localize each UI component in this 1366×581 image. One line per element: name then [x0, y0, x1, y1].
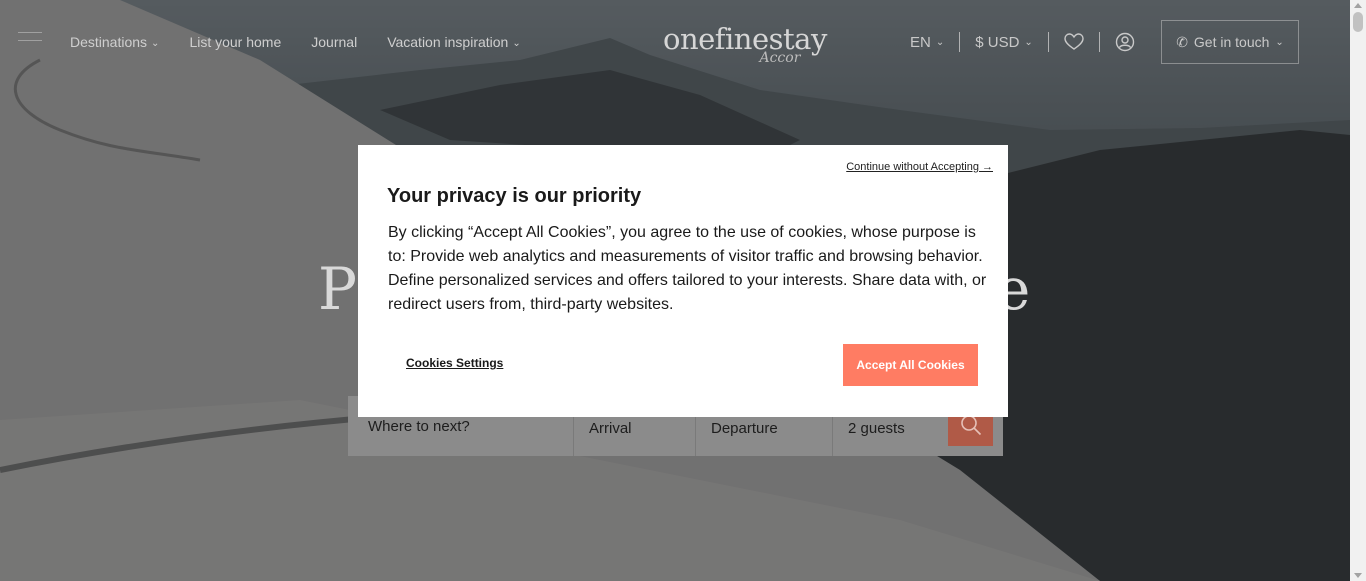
- cookie-dialog-body: By clicking “Accept All Cookies”, you ag…: [388, 224, 987, 313]
- utility-nav: EN ⌄ $ USD ⌄: [910, 32, 1135, 52]
- nav-journal[interactable]: Journal: [311, 34, 357, 50]
- destination-placeholder: Where to next?: [368, 417, 470, 435]
- continue-without-accepting-link[interactable]: Continue without Accepting →: [846, 161, 993, 173]
- currency-selector[interactable]: $ USD ⌄: [975, 34, 1033, 51]
- page: Destinations ⌄ List your home Journal Va…: [0, 0, 1350, 581]
- nav-destinations[interactable]: Destinations ⌄: [70, 34, 159, 50]
- currency-label: $ USD: [975, 33, 1020, 51]
- nav-vacation-inspiration-label: Vacation inspiration: [387, 34, 509, 50]
- main-nav: Destinations ⌄ List your home Journal Va…: [70, 34, 551, 50]
- scrollbar-thumb[interactable]: [1353, 12, 1363, 32]
- chevron-down-icon: ⌄: [1275, 36, 1284, 48]
- nav-vacation-inspiration[interactable]: Vacation inspiration ⌄: [387, 34, 521, 50]
- account-icon[interactable]: [1115, 32, 1135, 52]
- logo-wordmark: onefinestay: [663, 22, 827, 56]
- vertical-scrollbar[interactable]: [1350, 0, 1366, 581]
- get-in-touch-label: Get in touch: [1193, 34, 1270, 50]
- logo[interactable]: onefinestay Accor: [663, 22, 827, 66]
- divider: [1047, 32, 1049, 52]
- accept-all-cookies-button[interactable]: Accept All Cookies: [843, 344, 978, 386]
- chevron-down-icon: ⌄: [1024, 36, 1033, 48]
- divider: [959, 32, 961, 52]
- cookies-settings-button[interactable]: Cookies Settings: [406, 356, 503, 370]
- heart-icon[interactable]: [1064, 33, 1084, 51]
- nav-destinations-label: Destinations: [70, 34, 148, 50]
- phone-icon: ✆: [1176, 33, 1188, 50]
- get-in-touch-button[interactable]: ✆ Get in touch ⌄: [1161, 20, 1299, 64]
- chevron-down-icon: ⌄: [935, 36, 945, 48]
- nav-list-your-home-label: List your home: [189, 34, 282, 50]
- language-label: EN: [910, 33, 931, 51]
- cookie-consent-dialog: Continue without Accepting → Your privac…: [358, 145, 1008, 417]
- scroll-down-arrow-icon[interactable]: [1354, 573, 1362, 578]
- language-selector[interactable]: EN ⌄: [910, 34, 944, 51]
- menu-icon[interactable]: [18, 32, 42, 48]
- scroll-up-arrow-icon[interactable]: [1354, 3, 1362, 8]
- arrival-label: Arrival: [589, 419, 632, 437]
- search-icon: [960, 415, 981, 436]
- chevron-down-icon: ⌄: [151, 37, 160, 49]
- guests-label: 2 guests: [848, 419, 905, 437]
- nav-list-your-home[interactable]: List your home: [189, 34, 281, 50]
- departure-label: Departure: [711, 419, 778, 437]
- cookie-dialog-title: Your privacy is our priority: [387, 185, 642, 207]
- chevron-down-icon: ⌄: [512, 37, 521, 49]
- divider: [1098, 32, 1100, 52]
- nav-journal-label: Journal: [311, 34, 358, 50]
- hero-headline-start: P: [318, 255, 358, 323]
